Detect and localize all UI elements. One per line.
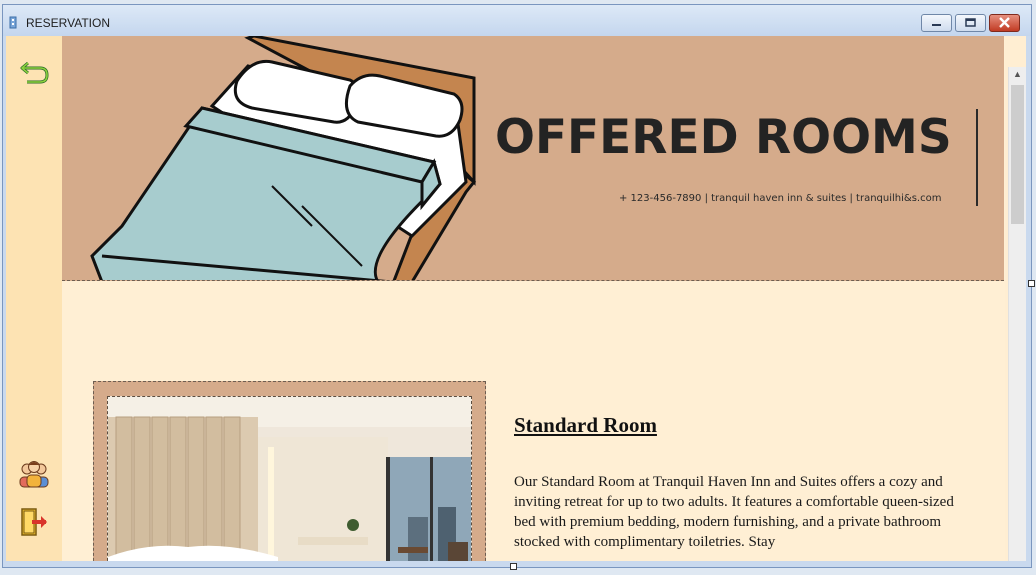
room-photo-image (108, 397, 471, 561)
close-button[interactable] (989, 14, 1020, 32)
contact-line: + 123-456-7890 | tranquil haven inn & su… (619, 193, 942, 204)
page-heading: OFFERED ROOMS (495, 110, 952, 165)
room-title: Standard Room (514, 413, 657, 437)
sidebar (6, 36, 62, 561)
window-title: RESERVATION (26, 16, 111, 30)
guests-icon[interactable] (18, 457, 50, 489)
reservation-window: RESERVATION OFFERED ROOMS + 123-456-7890… (2, 4, 1032, 568)
scrollbar-thumb[interactable] (1011, 85, 1024, 224)
room-description: Our Standard Room at Tranquil Haven Inn … (514, 474, 954, 550)
app-icon (9, 16, 17, 29)
minimize-icon (932, 24, 941, 26)
resize-handle-bottom[interactable] (510, 563, 517, 570)
header-banner: OFFERED ROOMS + 123-456-7890 | tranquil … (62, 36, 1004, 281)
main-content: OFFERED ROOMS + 123-456-7890 | tranquil … (62, 36, 1005, 561)
scroll-up-arrow-icon[interactable]: ▲ (1013, 69, 1022, 79)
exit-door-icon[interactable] (18, 506, 50, 538)
room-image-card (93, 381, 486, 561)
bed-illustration (90, 36, 477, 280)
client-area: OFFERED ROOMS + 123-456-7890 | tranquil … (6, 36, 1026, 561)
back-arrow-icon[interactable] (18, 55, 50, 87)
minimize-button[interactable] (921, 14, 952, 32)
close-icon (999, 17, 1010, 28)
title-bar[interactable]: RESERVATION (3, 5, 1031, 36)
vertical-scrollbar[interactable]: ▲ ▼ (1008, 67, 1026, 561)
resize-handle-right[interactable] (1028, 280, 1035, 287)
maximize-button[interactable] (955, 14, 986, 32)
restore-icon (965, 18, 976, 27)
hotel-room-photo (107, 396, 472, 561)
heading-divider (976, 109, 978, 206)
